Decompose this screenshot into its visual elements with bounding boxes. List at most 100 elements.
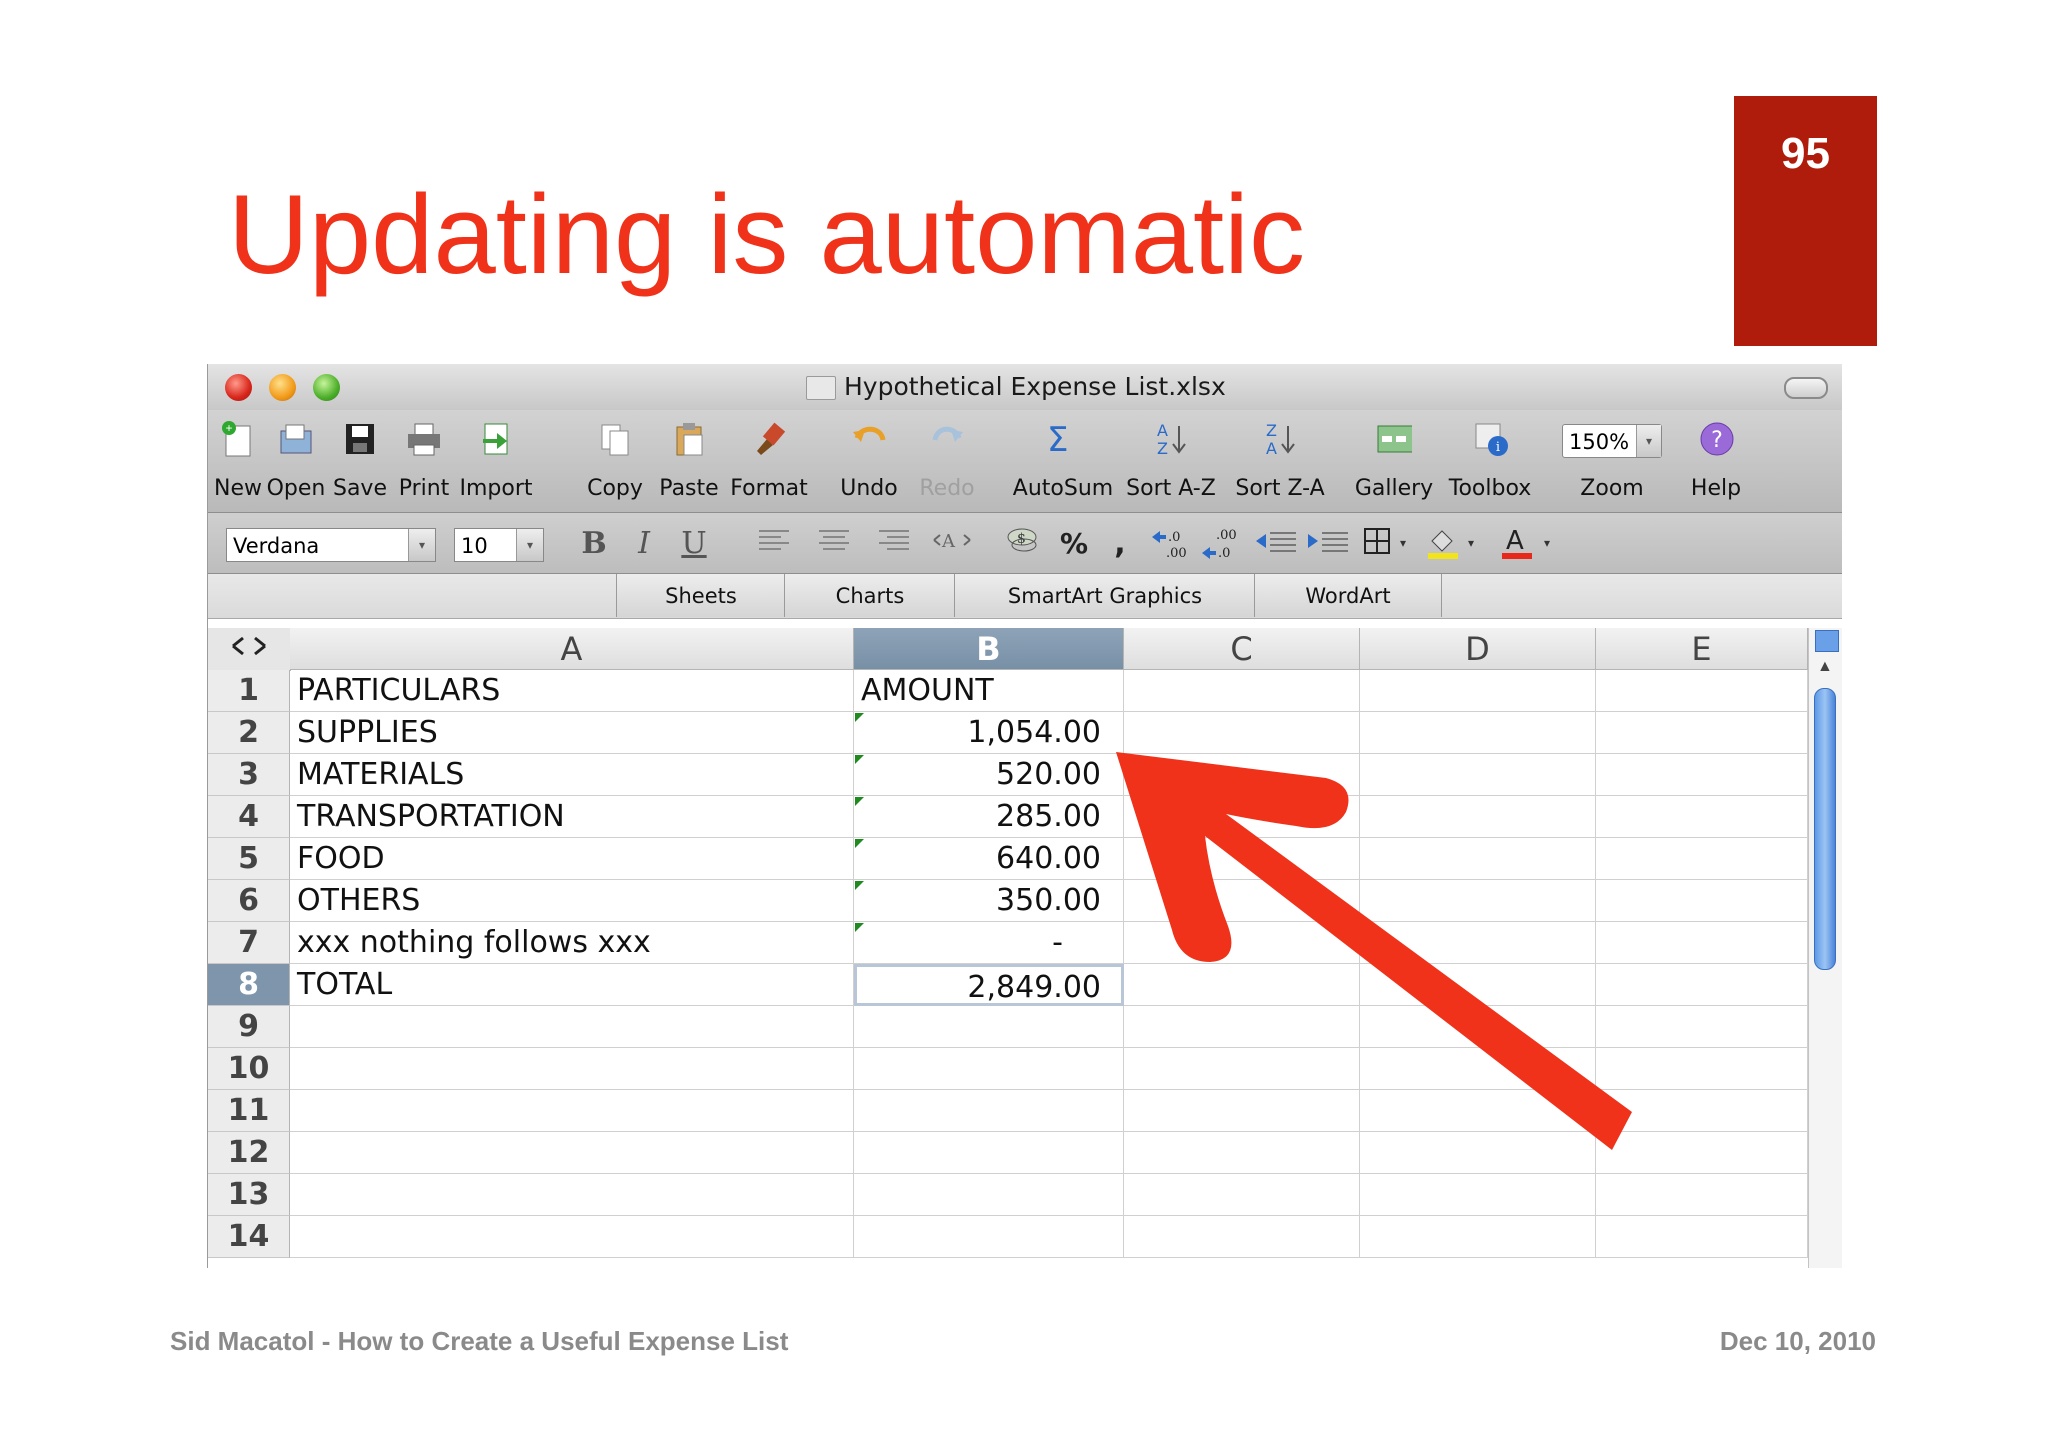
- toolbar-sort-az-button[interactable]: AZ Sort A-Z: [1118, 410, 1224, 512]
- zoom-button[interactable]: [313, 374, 340, 401]
- cell-c11[interactable]: [1124, 1090, 1360, 1132]
- cell-b7[interactable]: -: [854, 922, 1124, 964]
- column-header-d[interactable]: D: [1360, 628, 1596, 670]
- toolbar-zoom-control[interactable]: 150% ▾ Zoom: [1552, 410, 1672, 512]
- scroll-thumb[interactable]: [1814, 688, 1836, 970]
- comma-style-button[interactable]: ,: [1108, 525, 1132, 563]
- cell-c8[interactable]: [1124, 964, 1360, 1006]
- cell-e6[interactable]: [1596, 880, 1808, 922]
- cell-c5[interactable]: [1124, 838, 1360, 880]
- cell-c3[interactable]: [1124, 754, 1360, 796]
- cell-e8[interactable]: [1596, 964, 1808, 1006]
- toolbar-sort-za-button[interactable]: ZA Sort Z-A: [1224, 410, 1336, 512]
- row-header-8[interactable]: 8: [208, 964, 290, 1006]
- cell-b5[interactable]: 640.00: [854, 838, 1124, 880]
- row-header-3[interactable]: 3: [208, 754, 290, 796]
- cell-e10[interactable]: [1596, 1048, 1808, 1090]
- cell-b13[interactable]: [854, 1174, 1124, 1216]
- cell-a5[interactable]: FOOD: [290, 838, 854, 880]
- cell-b8-active[interactable]: 2,849.00: [854, 964, 1124, 1006]
- cell-c12[interactable]: [1124, 1132, 1360, 1174]
- cell-a3[interactable]: MATERIALS: [290, 754, 854, 796]
- cell-d3[interactable]: [1360, 754, 1596, 796]
- row-header-6[interactable]: 6: [208, 880, 290, 922]
- cell-a10[interactable]: [290, 1048, 854, 1090]
- row-header-4[interactable]: 4: [208, 796, 290, 838]
- increase-indent-icon[interactable]: [1304, 525, 1350, 563]
- cell-c10[interactable]: [1124, 1048, 1360, 1090]
- toolbar-toolbox-button[interactable]: i Toolbox: [1442, 410, 1538, 512]
- cell-b2[interactable]: 1,054.00: [854, 712, 1124, 754]
- cell-c1[interactable]: [1124, 670, 1360, 712]
- cell-e11[interactable]: [1596, 1090, 1808, 1132]
- italic-button[interactable]: I: [626, 525, 662, 563]
- toolbar-open-button[interactable]: Open: [264, 410, 328, 512]
- cell-e14[interactable]: [1596, 1216, 1808, 1258]
- cell-c13[interactable]: [1124, 1174, 1360, 1216]
- minimize-button[interactable]: [269, 374, 296, 401]
- row-header-13[interactable]: 13: [208, 1174, 290, 1216]
- cell-d12[interactable]: [1360, 1132, 1596, 1174]
- cell-b10[interactable]: [854, 1048, 1124, 1090]
- cell-e7[interactable]: [1596, 922, 1808, 964]
- cell-a1[interactable]: PARTICULARS: [290, 670, 854, 712]
- toolbar-paste-button[interactable]: Paste: [652, 410, 726, 512]
- toolbar-gallery-button[interactable]: Gallery: [1346, 410, 1442, 512]
- cell-b4[interactable]: 285.00: [854, 796, 1124, 838]
- tab-wordart[interactable]: WordArt: [1254, 574, 1442, 617]
- cell-d11[interactable]: [1360, 1090, 1596, 1132]
- toolbar-redo-button[interactable]: ▾ Redo: [910, 410, 984, 512]
- toolbar-format-button[interactable]: Format: [726, 410, 812, 512]
- column-header-a[interactable]: A: [290, 628, 854, 670]
- cell-b9[interactable]: [854, 1006, 1124, 1048]
- cell-d1[interactable]: [1360, 670, 1596, 712]
- cell-b12[interactable]: [854, 1132, 1124, 1174]
- toolbar-undo-button[interactable]: ▾ Undo: [828, 410, 910, 512]
- toolbar-print-button[interactable]: Print: [392, 410, 456, 512]
- row-header-14[interactable]: 14: [208, 1216, 290, 1258]
- increase-decimal-icon[interactable]: .0.00: [1148, 525, 1194, 563]
- align-center-icon[interactable]: [816, 525, 852, 563]
- currency-icon[interactable]: $: [1004, 525, 1044, 563]
- cell-d7[interactable]: [1360, 922, 1596, 964]
- cell-e2[interactable]: [1596, 712, 1808, 754]
- toolbar-toggle-button[interactable]: [1784, 377, 1828, 399]
- toolbar-save-button[interactable]: Save: [328, 410, 392, 512]
- cell-e9[interactable]: [1596, 1006, 1808, 1048]
- row-header-10[interactable]: 10: [208, 1048, 290, 1090]
- close-button[interactable]: [225, 374, 252, 401]
- fill-color-icon[interactable]: ▾: [1424, 525, 1480, 563]
- cell-d8[interactable]: [1360, 964, 1596, 1006]
- column-header-c[interactable]: C: [1124, 628, 1360, 670]
- cell-e3[interactable]: [1596, 754, 1808, 796]
- cell-a9[interactable]: [290, 1006, 854, 1048]
- cell-e5[interactable]: [1596, 838, 1808, 880]
- cell-a11[interactable]: [290, 1090, 854, 1132]
- row-header-7[interactable]: 7: [208, 922, 290, 964]
- toolbar-new-button[interactable]: + New: [208, 410, 268, 512]
- merge-cells-icon[interactable]: A: [932, 525, 972, 563]
- vertical-scrollbar[interactable]: ▲: [1808, 628, 1842, 1268]
- row-header-11[interactable]: 11: [208, 1090, 290, 1132]
- align-right-icon[interactable]: [876, 525, 912, 563]
- cell-d2[interactable]: [1360, 712, 1596, 754]
- cell-c14[interactable]: [1124, 1216, 1360, 1258]
- split-icon[interactable]: [1815, 630, 1839, 652]
- column-header-b[interactable]: B: [854, 628, 1124, 670]
- cell-c4[interactable]: [1124, 796, 1360, 838]
- font-size-select[interactable]: 10 ▾: [454, 528, 544, 562]
- cell-e12[interactable]: [1596, 1132, 1808, 1174]
- cell-a6[interactable]: OTHERS: [290, 880, 854, 922]
- cell-d5[interactable]: [1360, 838, 1596, 880]
- cell-a14[interactable]: [290, 1216, 854, 1258]
- column-header-e[interactable]: E: [1596, 628, 1808, 670]
- row-header-2[interactable]: 2: [208, 712, 290, 754]
- cell-a2[interactable]: SUPPLIES: [290, 712, 854, 754]
- tab-sheets[interactable]: Sheets: [616, 574, 786, 617]
- cell-e1[interactable]: [1596, 670, 1808, 712]
- cell-d6[interactable]: [1360, 880, 1596, 922]
- borders-icon[interactable]: ▾: [1362, 525, 1412, 563]
- align-left-icon[interactable]: [756, 525, 792, 563]
- toolbar-help-button[interactable]: ? Help: [1686, 410, 1746, 512]
- font-color-icon[interactable]: A ▾: [1498, 525, 1558, 563]
